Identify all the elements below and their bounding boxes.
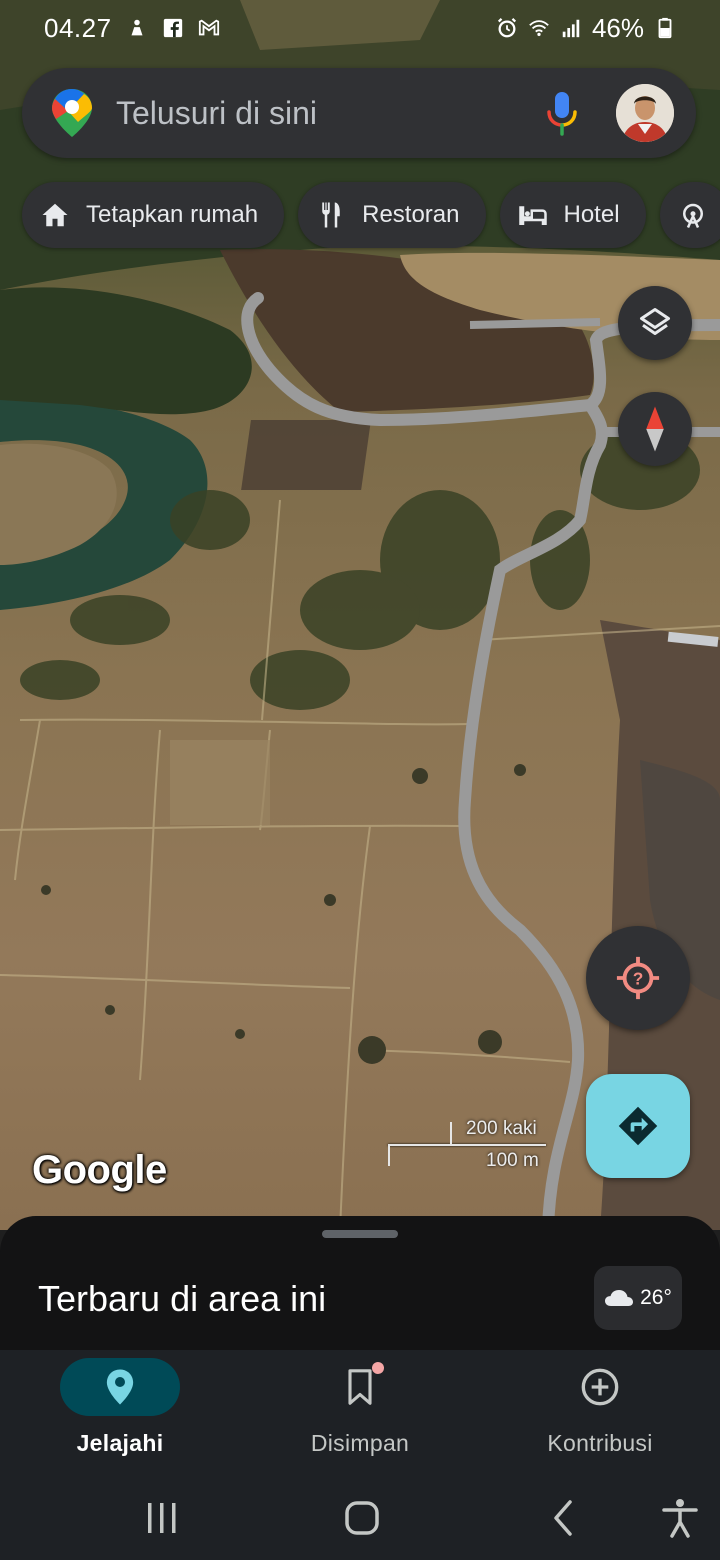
bottom-sheet[interactable]: Terbaru di area ini 26°	[0, 1216, 720, 1352]
nav-explore-pill	[60, 1358, 180, 1416]
avatar-image	[616, 84, 674, 142]
nav-label: Jelajahi	[76, 1430, 164, 1456]
search-input[interactable]: Telusuri di sini	[116, 95, 544, 132]
chip-label: Tetapkan rumah	[86, 201, 259, 228]
map-scale: 200 kaki 100 m	[388, 1114, 548, 1174]
alarm-icon	[497, 18, 517, 38]
mic-icon[interactable]	[544, 90, 580, 136]
home-icon	[42, 203, 68, 227]
nav-contribute-pill	[540, 1358, 660, 1416]
svg-text:?: ?	[633, 969, 644, 989]
my-location-button[interactable]: ?	[586, 926, 690, 1030]
scale-tick	[450, 1122, 452, 1146]
search-bar[interactable]: Telusuri di sini	[22, 68, 696, 158]
compass-button[interactable]	[618, 392, 692, 466]
nav-contribute[interactable]: Kontribusi	[480, 1358, 720, 1468]
nav-saved[interactable]: Disimpan	[240, 1358, 480, 1468]
scale-tick	[388, 1144, 390, 1166]
category-chips: Tetapkan rumah Restoran Hotel	[22, 182, 720, 248]
status-bar: 04.27 46%	[0, 0, 720, 56]
explore-pin-icon	[106, 1369, 134, 1405]
directions-button[interactable]	[586, 1074, 690, 1178]
home-icon[interactable]	[340, 1496, 384, 1540]
scale-meters: 100 m	[486, 1150, 539, 1171]
chip-restaurant[interactable]: Restoran	[298, 182, 486, 248]
nav-saved-pill	[300, 1358, 420, 1416]
back-icon[interactable]	[542, 1496, 586, 1540]
weather-temp: 26°	[640, 1286, 672, 1309]
layers-button[interactable]	[618, 286, 692, 360]
signal-icon	[562, 19, 580, 38]
accessibility-icon[interactable]	[658, 1496, 702, 1540]
cloud-icon	[605, 1290, 634, 1306]
battery-percent: 46%	[591, 12, 644, 43]
chip-attractions[interactable]	[659, 182, 720, 248]
gmail-icon	[198, 19, 219, 36]
weather-chip[interactable]: 26°	[594, 1266, 682, 1330]
hotel-icon	[518, 206, 547, 225]
attractions-icon	[682, 203, 703, 229]
maps-pin-icon	[52, 89, 92, 137]
bookmark-icon	[348, 1369, 372, 1405]
recents-icon[interactable]	[140, 1496, 184, 1540]
scale-feet: 200 kaki	[466, 1118, 537, 1139]
scale-bar	[388, 1144, 546, 1146]
google-logo: Google	[32, 1148, 167, 1192]
directions-icon	[618, 1106, 658, 1146]
wifi-icon	[529, 20, 549, 37]
chip-label: Hotel	[563, 201, 620, 228]
status-time: 04.27	[44, 12, 112, 43]
avatar[interactable]	[616, 84, 674, 142]
nav-label: Kontribusi	[547, 1430, 653, 1456]
chip-set-home[interactable]: Tetapkan rumah	[22, 182, 285, 248]
add-circle-icon	[581, 1368, 619, 1406]
nav-label: Disimpan	[310, 1430, 410, 1456]
sheet-drag-handle[interactable]	[322, 1230, 398, 1238]
system-navigation	[0, 1476, 720, 1560]
sheet-title: Terbaru di area ini	[38, 1278, 327, 1319]
facebook-icon	[163, 18, 182, 38]
nav-explore[interactable]: Jelajahi	[0, 1358, 240, 1468]
layers-icon	[640, 308, 670, 335]
chip-hotel[interactable]: Hotel	[499, 182, 646, 248]
restaurant-icon	[322, 202, 340, 228]
my-location-icon: ?	[616, 956, 660, 1000]
notification-dot	[372, 1362, 384, 1374]
person-notification-icon	[131, 19, 143, 36]
compass-icon	[646, 406, 664, 452]
bottom-navigation: Jelajahi Disimpan Kontribusi	[0, 1350, 720, 1476]
chip-label: Restoran	[362, 201, 460, 228]
battery-icon	[658, 17, 672, 39]
